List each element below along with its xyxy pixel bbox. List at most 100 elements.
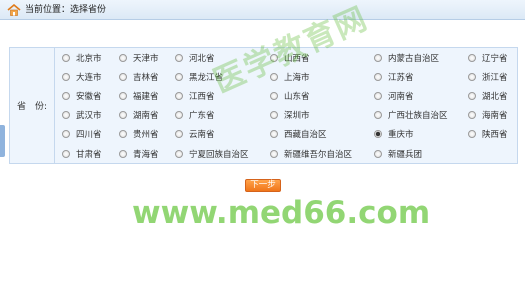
province-option-label: 重庆市: [388, 130, 414, 141]
province-option[interactable]: 湖南省: [119, 108, 159, 123]
title-bar: 当前位置：选择省份: [0, 0, 525, 20]
province-panel: 省 份: 北京市 天津市 河北省 山西省 内蒙古自治区 辽宁省 大连市 吉林省 黑龙江省 上海市江…: [9, 47, 518, 164]
province-option[interactable]: 广西壮族自治区: [374, 108, 448, 123]
province-option-label: 云南省: [189, 130, 215, 141]
province-radio[interactable]: [119, 91, 127, 100]
province-radio[interactable]: [62, 91, 70, 100]
province-radio[interactable]: [374, 130, 382, 139]
province-option[interactable]: 吉林省: [119, 69, 159, 84]
province-radio[interactable]: [175, 91, 183, 100]
province-option-label: 福建省: [133, 91, 159, 102]
province-option-label: 贵州省: [133, 130, 159, 141]
province-option-label: 浙江省: [482, 72, 508, 83]
province-radio[interactable]: [62, 111, 70, 120]
province-option[interactable]: 江西省: [175, 88, 215, 103]
province-option[interactable]: 内蒙古自治区: [374, 50, 439, 65]
province-option[interactable]: 黑龙江省: [175, 69, 223, 84]
province-option-label: 青海省: [133, 149, 159, 160]
province-option[interactable]: 天津市: [119, 50, 159, 65]
province-option-label: 北京市: [76, 53, 102, 64]
province-option-label: 深圳市: [284, 111, 310, 122]
province-radio[interactable]: [175, 111, 183, 120]
province-option-label: 广东省: [189, 111, 215, 122]
province-radio[interactable]: [119, 72, 127, 81]
province-option-label: 新疆维吾尔自治区: [284, 149, 353, 160]
province-option-label: 安徽省: [76, 91, 102, 102]
province-radio[interactable]: [119, 53, 127, 62]
province-option[interactable]: 广东省: [175, 108, 215, 123]
province-option[interactable]: 山西省: [270, 50, 310, 65]
home-icon: [7, 4, 21, 16]
province-option-label: 山东省: [284, 91, 310, 102]
province-radio[interactable]: [374, 111, 382, 120]
province-option-label: 宁夏回族自治区: [189, 149, 249, 160]
province-option[interactable]: 上海市: [270, 69, 310, 84]
province-option-label: 内蒙古自治区: [388, 53, 440, 64]
province-option[interactable]: 海南省: [468, 108, 508, 123]
province-option-label: 河北省: [189, 53, 215, 64]
province-option[interactable]: 新疆兵团: [374, 146, 422, 161]
province-radio[interactable]: [374, 149, 382, 158]
province-radio[interactable]: [270, 72, 278, 81]
province-radio[interactable]: [468, 72, 476, 81]
province-radio[interactable]: [374, 72, 382, 81]
province-radio[interactable]: [270, 149, 278, 158]
province-radio[interactable]: [270, 111, 278, 120]
province-option-label: 辽宁省: [482, 53, 508, 64]
province-option[interactable]: 贵州省: [119, 127, 159, 142]
province-option[interactable]: 甘肃省: [62, 146, 102, 161]
province-radio[interactable]: [62, 149, 70, 158]
province-option-label: 陕西省: [482, 130, 508, 141]
province-option[interactable]: 北京市: [62, 50, 102, 65]
province-radio[interactable]: [119, 111, 127, 120]
province-option[interactable]: 浙江省: [468, 69, 508, 84]
province-option[interactable]: 陕西省: [468, 127, 508, 142]
province-option[interactable]: 福建省: [119, 88, 159, 103]
province-radio[interactable]: [62, 130, 70, 139]
province-option[interactable]: 深圳市: [270, 108, 310, 123]
province-radio[interactable]: [270, 53, 278, 62]
province-radio[interactable]: [468, 53, 476, 62]
province-radio[interactable]: [62, 53, 70, 62]
province-option[interactable]: 新疆维吾尔自治区: [270, 146, 352, 161]
province-radio[interactable]: [270, 130, 278, 139]
province-radio[interactable]: [62, 72, 70, 81]
province-option-label: 吉林省: [133, 72, 159, 83]
province-option[interactable]: 武汉市: [62, 108, 102, 123]
province-radio[interactable]: [374, 53, 382, 62]
province-option[interactable]: 西藏自治区: [270, 127, 327, 142]
province-option-label: 江苏省: [388, 72, 414, 83]
province-radio[interactable]: [119, 130, 127, 139]
province-option-label: 湖南省: [133, 111, 159, 122]
province-option-label: 上海市: [284, 72, 310, 83]
province-radio[interactable]: [175, 149, 183, 158]
province-option[interactable]: 辽宁省: [468, 50, 508, 65]
next-step-button[interactable]: 下一步: [245, 179, 281, 192]
province-option[interactable]: 安徽省: [62, 88, 102, 103]
province-radio[interactable]: [468, 91, 476, 100]
province-option[interactable]: 大连市: [62, 69, 102, 84]
province-option-label: 大连市: [76, 72, 102, 83]
province-option[interactable]: 河北省: [175, 50, 215, 65]
province-radio[interactable]: [175, 72, 183, 81]
province-option-label: 湖北省: [482, 91, 508, 102]
province-radio[interactable]: [175, 53, 183, 62]
sidebar-toggle-handle[interactable]: [0, 125, 5, 157]
province-option[interactable]: 江苏省: [374, 69, 414, 84]
province-radio[interactable]: [468, 130, 476, 139]
province-radio[interactable]: [374, 91, 382, 100]
province-option[interactable]: 云南省: [175, 127, 215, 142]
province-option[interactable]: 重庆市: [374, 127, 414, 142]
province-radio[interactable]: [270, 91, 278, 100]
province-radio[interactable]: [119, 149, 127, 158]
province-option[interactable]: 宁夏回族自治区: [175, 146, 249, 161]
province-option-label: 甘肃省: [76, 149, 102, 160]
province-option[interactable]: 河南省: [374, 88, 414, 103]
province-option[interactable]: 山东省: [270, 88, 310, 103]
province-option[interactable]: 青海省: [119, 146, 159, 161]
province-option-label: 天津市: [133, 53, 159, 64]
province-radio[interactable]: [175, 130, 183, 139]
province-option[interactable]: 四川省: [62, 127, 102, 142]
province-option[interactable]: 湖北省: [468, 88, 508, 103]
province-radio[interactable]: [468, 111, 476, 120]
